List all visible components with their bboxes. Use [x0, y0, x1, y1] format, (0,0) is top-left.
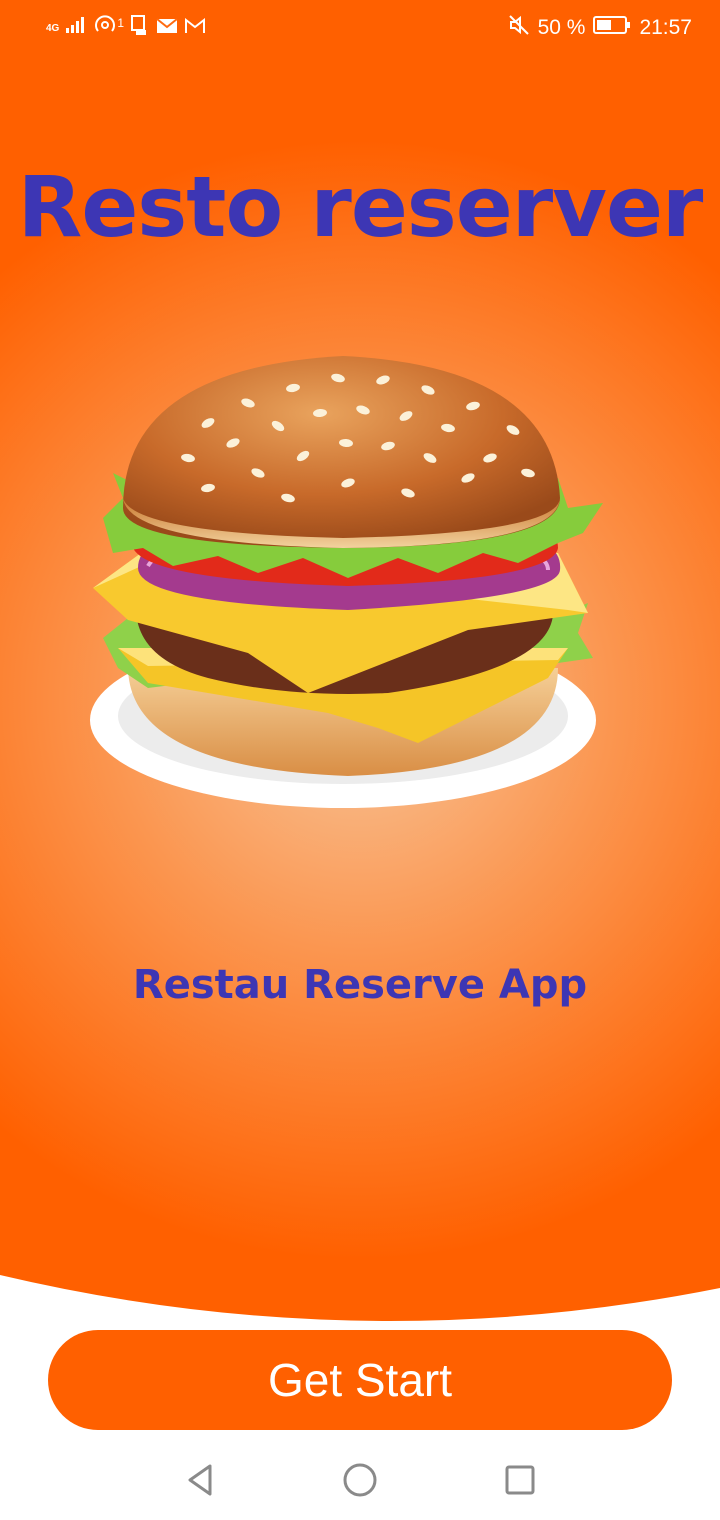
app-title: Resto reserver: [17, 158, 704, 256]
battery-icon: [593, 15, 631, 41]
home-icon[interactable]: [338, 1458, 382, 1502]
network-type: 4G: [46, 22, 60, 34]
mail-icon: [156, 16, 178, 40]
system-navigation-bar: [0, 1440, 720, 1520]
burger-illustration: [88, 348, 608, 818]
recents-icon[interactable]: [498, 1458, 542, 1502]
app-subtitle: Restau Reserve App: [132, 962, 588, 1008]
clock: 21:57: [639, 16, 692, 39]
battery-percent: 50 %: [537, 16, 586, 39]
back-icon[interactable]: [178, 1458, 222, 1502]
get-start-button[interactable]: Get Start: [48, 1330, 672, 1430]
sim-icon: [130, 14, 150, 42]
signal-icon: [65, 16, 87, 40]
hotspot-icon: [93, 14, 117, 42]
gmail-icon: [184, 16, 206, 40]
mute-icon: [508, 14, 530, 42]
status-bar: 4G 1 50 % 21:57: [0, 0, 720, 56]
sim-indicator: 1: [117, 16, 125, 30]
